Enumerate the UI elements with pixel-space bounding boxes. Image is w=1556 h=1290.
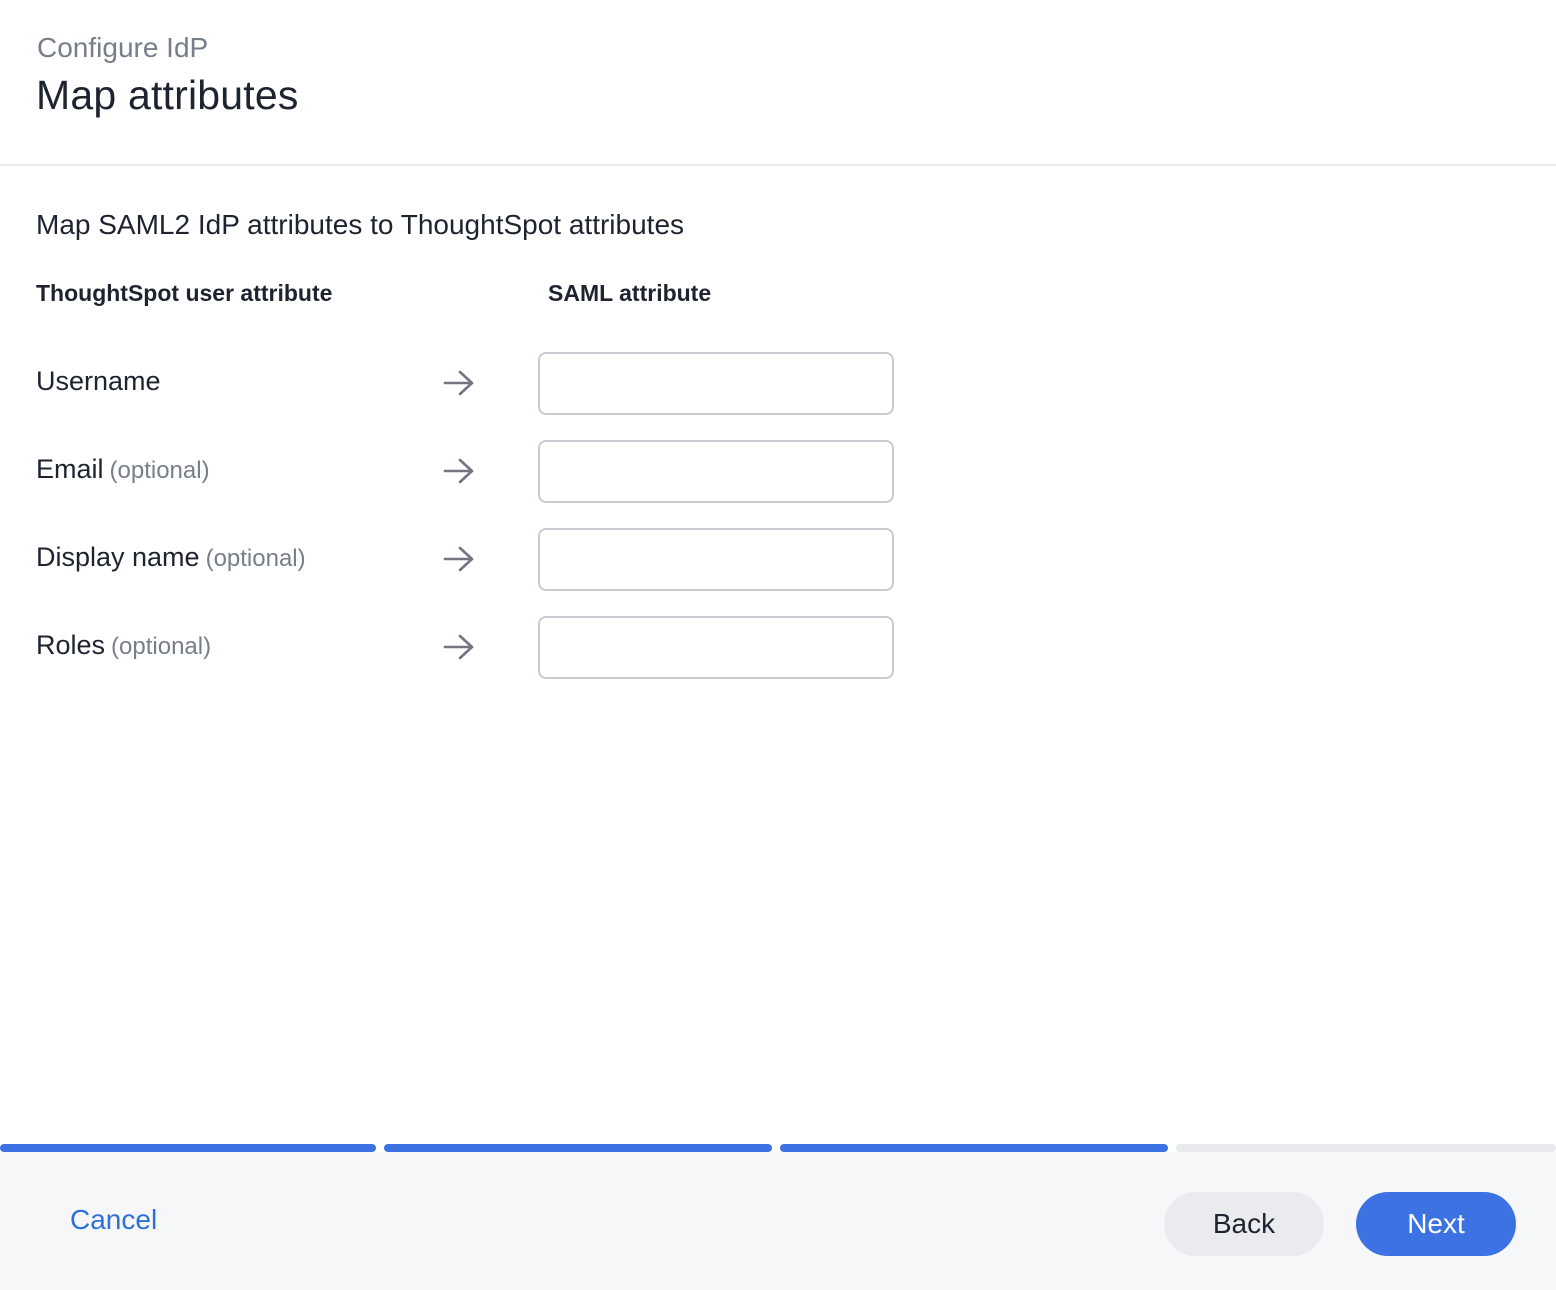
attribute-row-display-name: Display name (optional) [0, 528, 1556, 592]
wizard-progress [0, 1144, 1556, 1152]
saml-username-input[interactable] [538, 352, 894, 415]
page-title: Map attributes [36, 72, 299, 118]
wizard-name: Configure IdP [37, 32, 209, 63]
dialog-footer: Cancel Back Next [0, 1152, 1556, 1290]
optional-hint: (optional) [109, 457, 210, 484]
arrow-right-icon [443, 546, 474, 572]
saml-email-input[interactable] [538, 440, 894, 503]
progress-step-2 [384, 1144, 772, 1152]
next-button[interactable]: Next [1356, 1192, 1516, 1256]
cancel-button[interactable]: Cancel [70, 1204, 157, 1236]
optional-hint: (optional) [111, 633, 212, 660]
column-header-saml-attribute: SAML attribute [548, 280, 712, 306]
saml-roles-input[interactable] [538, 616, 894, 679]
attribute-row-email: Email (optional) [0, 440, 1556, 504]
back-button[interactable]: Back [1164, 1192, 1324, 1256]
arrow-right-icon [443, 634, 474, 660]
attribute-name: Username [36, 366, 161, 396]
attribute-label: Username [36, 366, 167, 397]
optional-hint: (optional) [205, 545, 306, 572]
attribute-label: Email (optional) [36, 454, 210, 485]
attribute-name: Display name [36, 542, 200, 572]
saml-display-name-input[interactable] [538, 528, 894, 591]
attribute-label: Display name (optional) [36, 542, 306, 573]
intro-text: Map SAML2 IdP attributes to ThoughtSpot … [36, 209, 685, 240]
attribute-row-roles: Roles (optional) [0, 616, 1556, 680]
attribute-name: Email [36, 454, 104, 484]
arrow-right-icon [443, 370, 474, 396]
attribute-row-username: Username [0, 352, 1556, 416]
progress-step-1 [0, 1144, 376, 1152]
progress-step-3 [780, 1144, 1168, 1152]
attribute-name: Roles [36, 630, 106, 660]
column-header-thoughtspot-attribute: ThoughtSpot user attribute [36, 280, 333, 306]
progress-step-4 [1176, 1144, 1556, 1152]
arrow-right-icon [443, 458, 474, 484]
attribute-label: Roles (optional) [36, 630, 211, 661]
map-attributes-dialog: Configure IdP Map attributes Map SAML2 I… [0, 0, 1556, 1290]
dialog-header: Configure IdP Map attributes [0, 0, 1556, 166]
